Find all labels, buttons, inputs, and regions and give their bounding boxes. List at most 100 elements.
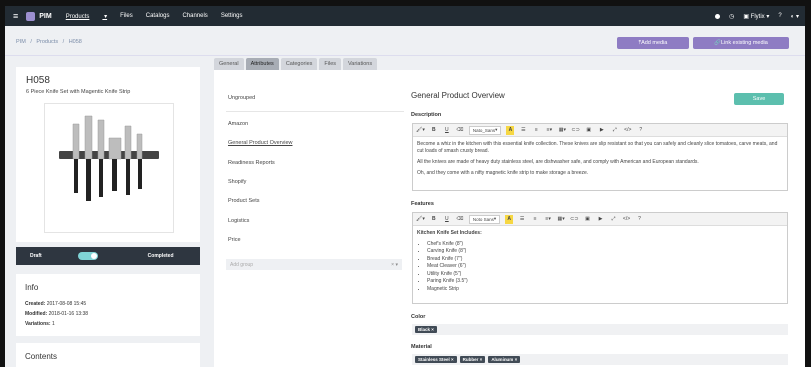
features-label: Features [411, 201, 434, 207]
app-window: ≡ PIM Products ▾ Files Catalogs Channels… [5, 6, 805, 367]
group-amazon[interactable]: Amazon [228, 121, 248, 127]
nav-channels[interactable]: Channels [182, 13, 207, 20]
tab-files[interactable]: Files [319, 58, 342, 70]
modified-date: 2018-01-16 13:38 [48, 311, 89, 317]
tab-categories[interactable]: Categories [280, 58, 318, 70]
brush-icon[interactable]: 🖌▾ [416, 126, 425, 135]
top-navbar: ≡ PIM Products ▾ Files Catalogs Channels… [5, 6, 805, 26]
product-card: H058 6 Piece Knife Set with Magentic Kni… [16, 67, 200, 242]
crumb-pim[interactable]: PIM [16, 39, 26, 45]
description-editor[interactable]: 🖌▾ B U ⌫ Nato_Sans ▾ A ☰ ≡ ≡▾ ▦▾ ⊂⊃ ▣ ▶ … [412, 123, 788, 191]
group-shopify[interactable]: Shopify [228, 179, 246, 185]
nav-catalogs[interactable]: Catalogs [146, 13, 170, 20]
notification-icon[interactable] [715, 13, 721, 19]
video-icon[interactable]: ▶ [597, 215, 605, 224]
nav-files[interactable]: Files [120, 13, 133, 20]
list-bullet-icon[interactable]: ☰ [519, 126, 527, 135]
font-select[interactable]: Noto Sans ▾ [468, 214, 501, 224]
underline-button[interactable]: U [443, 126, 451, 135]
product-sku: H058 [26, 75, 50, 86]
profile-icon[interactable]: ◐ ▾ [791, 13, 799, 20]
link-media-button[interactable]: 🔗 Link existing media [693, 37, 789, 49]
nav-products[interactable]: Products ▾ [66, 13, 107, 20]
table-icon[interactable]: ▦▾ [558, 126, 566, 135]
features-toolbar: 🖌▾ B U ⌫ Noto Sans ▾ A ☰ ≡ ≡▾ ▦▾ ⊂⊃ ▣ ▶ … [413, 213, 787, 226]
group-readiness-reports[interactable]: Readiness Reports [228, 160, 275, 166]
material-tags[interactable]: Stainless Steel × Rubber × Aluminum × [412, 354, 788, 365]
product-image[interactable] [44, 103, 174, 233]
save-button[interactable]: Save [734, 93, 784, 105]
tag-aluminum[interactable]: Aluminum × [488, 356, 521, 363]
list-item: Paring Knife (3.5") [427, 278, 783, 286]
crumb-products[interactable]: Products [36, 39, 58, 45]
clock-icon[interactable]: ◷ [729, 13, 734, 20]
group-price[interactable]: Price [228, 237, 241, 243]
help-icon[interactable]: ? [636, 215, 644, 224]
description-paragraph: Become a whiz in the kitchen with this e… [417, 141, 778, 154]
description-paragraph: Oh, and they come with a nifty magnetic … [417, 170, 589, 176]
code-icon[interactable]: </> [624, 126, 632, 135]
tab-general[interactable]: General [214, 58, 244, 70]
list-item: Chef's Knife (8") [427, 241, 783, 249]
eraser-icon[interactable]: ⌫ [456, 215, 464, 224]
status-draft: Draft [30, 253, 42, 259]
tag-rubber[interactable]: Rubber × [459, 356, 486, 363]
link-icon[interactable]: ⊂⊃ [571, 126, 579, 135]
tag-black[interactable]: Black × [415, 326, 437, 333]
group-product-sets[interactable]: Product Sets [228, 198, 260, 204]
crumb-current: H058 [68, 39, 82, 45]
add-group-input[interactable]: Add group × ▾ [226, 259, 402, 270]
link-icon[interactable]: ⊂⊃ [570, 215, 578, 224]
fullscreen-icon[interactable]: ⤢ [610, 215, 618, 224]
status-completed: Completed [147, 253, 174, 259]
color-button[interactable]: A [506, 125, 515, 135]
attributes-panel: Ungrouped Amazon General Product Overvie… [214, 70, 805, 367]
breadcrumb: PIM / Products / H058 [16, 39, 82, 45]
list-item: Bread Knife (7") [427, 256, 783, 264]
brush-icon[interactable]: 🖌▾ [416, 215, 425, 224]
nav-settings[interactable]: Settings [221, 13, 243, 20]
bold-button[interactable]: B [430, 215, 438, 224]
list-number-icon[interactable]: ≡ [531, 215, 539, 224]
product-name: 6 Piece Knife Set with Magentic Knife St… [26, 89, 131, 95]
table-icon[interactable]: ▦▾ [557, 215, 565, 224]
tag-stainless-steel[interactable]: Stainless Steel × [415, 356, 457, 363]
info-panel: Info Created: 2017-08-08 15:45 Modified:… [16, 274, 200, 336]
hamburger-icon[interactable]: ≡ [13, 11, 18, 21]
add-group-controls-icon: × ▾ [391, 261, 398, 268]
image-icon[interactable]: ▣ [584, 215, 592, 224]
list-bullet-icon[interactable]: ☰ [518, 215, 526, 224]
color-button[interactable]: A [505, 214, 514, 224]
logo[interactable]: PIM [26, 11, 52, 21]
contents-panel: Contents [16, 343, 200, 367]
code-icon[interactable]: </> [623, 215, 631, 224]
fullscreen-icon[interactable]: ⤢ [611, 126, 619, 135]
align-icon[interactable]: ≡▾ [545, 126, 553, 135]
description-toolbar: 🖌▾ B U ⌫ Nato_Sans ▾ A ☰ ≡ ≡▾ ▦▾ ⊂⊃ ▣ ▶ … [413, 124, 787, 137]
knife-set-image [59, 115, 159, 201]
tab-attributes[interactable]: Attributes [245, 58, 279, 70]
group-logistics[interactable]: Logistics [228, 218, 249, 224]
status-toggle[interactable] [77, 252, 98, 260]
tab-variations[interactable]: Variations [343, 58, 378, 70]
list-number-icon[interactable]: ≡ [532, 126, 540, 135]
group-general-product-overview[interactable]: General Product Overview [228, 140, 293, 146]
list-item: Meat Cleaver (6") [427, 263, 783, 271]
color-tags[interactable]: Black × [412, 324, 788, 335]
user-menu[interactable]: ▣ Flytix ▾ [743, 13, 769, 20]
add-media-button[interactable]: ⤒ Add media [617, 37, 689, 49]
video-icon[interactable]: ▶ [598, 126, 606, 135]
contents-title: Contents [25, 352, 58, 361]
features-editor[interactable]: 🖌▾ B U ⌫ Noto Sans ▾ A ☰ ≡ ≡▾ ▦▾ ⊂⊃ ▣ ▶ … [412, 212, 788, 304]
created-date: 2017-08-08 15:45 [46, 301, 87, 307]
image-icon[interactable]: ▣ [585, 126, 593, 135]
eraser-icon[interactable]: ⌫ [456, 126, 464, 135]
help-icon[interactable]: ? [637, 126, 645, 135]
group-ungrouped[interactable]: Ungrouped [228, 95, 255, 101]
font-select[interactable]: Nato_Sans ▾ [468, 125, 502, 135]
bold-button[interactable]: B [430, 126, 438, 135]
align-icon[interactable]: ≡▾ [544, 215, 552, 224]
product-tabs: General Attributes Categories Files Vari… [214, 58, 379, 70]
underline-button[interactable]: U [443, 215, 451, 224]
help-icon[interactable]: ? [778, 13, 781, 19]
